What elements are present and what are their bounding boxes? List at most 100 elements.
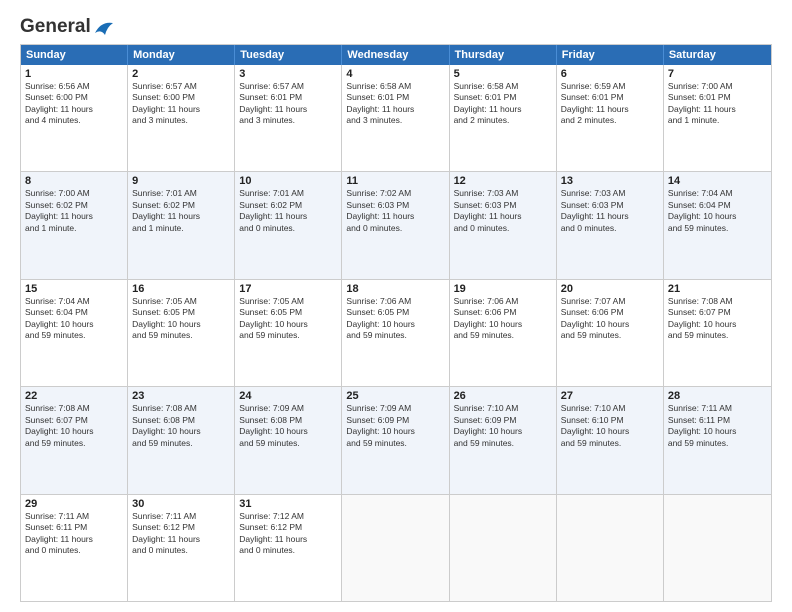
calendar-cell: 4Sunrise: 6:58 AMSunset: 6:01 PMDaylight… bbox=[342, 65, 449, 171]
cell-info: Sunrise: 7:10 AMSunset: 6:09 PMDaylight:… bbox=[454, 403, 552, 449]
calendar-row-5: 29Sunrise: 7:11 AMSunset: 6:11 PMDayligh… bbox=[21, 494, 771, 601]
calendar-cell bbox=[342, 495, 449, 601]
cell-info: Sunrise: 7:09 AMSunset: 6:09 PMDaylight:… bbox=[346, 403, 444, 449]
calendar-row-4: 22Sunrise: 7:08 AMSunset: 6:07 PMDayligh… bbox=[21, 386, 771, 493]
day-number: 28 bbox=[668, 390, 767, 402]
logo-line1: General bbox=[20, 16, 91, 38]
day-number: 4 bbox=[346, 68, 444, 80]
cell-info: Sunrise: 7:03 AMSunset: 6:03 PMDaylight:… bbox=[454, 188, 552, 234]
day-header-monday: Monday bbox=[128, 45, 235, 65]
calendar-cell: 7Sunrise: 7:00 AMSunset: 6:01 PMDaylight… bbox=[664, 65, 771, 171]
calendar-cell: 5Sunrise: 6:58 AMSunset: 6:01 PMDaylight… bbox=[450, 65, 557, 171]
calendar-cell: 9Sunrise: 7:01 AMSunset: 6:02 PMDaylight… bbox=[128, 172, 235, 278]
day-number: 15 bbox=[25, 283, 123, 295]
day-number: 21 bbox=[668, 283, 767, 295]
cell-info: Sunrise: 7:10 AMSunset: 6:10 PMDaylight:… bbox=[561, 403, 659, 449]
calendar-cell: 19Sunrise: 7:06 AMSunset: 6:06 PMDayligh… bbox=[450, 280, 557, 386]
day-number: 2 bbox=[132, 68, 230, 80]
cell-info: Sunrise: 7:08 AMSunset: 6:08 PMDaylight:… bbox=[132, 403, 230, 449]
day-header-saturday: Saturday bbox=[664, 45, 771, 65]
cell-info: Sunrise: 7:06 AMSunset: 6:05 PMDaylight:… bbox=[346, 296, 444, 342]
cell-info: Sunrise: 7:01 AMSunset: 6:02 PMDaylight:… bbox=[239, 188, 337, 234]
calendar-cell bbox=[557, 495, 664, 601]
header: General bbox=[20, 16, 772, 34]
day-number: 27 bbox=[561, 390, 659, 402]
day-number: 3 bbox=[239, 68, 337, 80]
day-number: 22 bbox=[25, 390, 123, 402]
calendar-cell: 29Sunrise: 7:11 AMSunset: 6:11 PMDayligh… bbox=[21, 495, 128, 601]
day-header-friday: Friday bbox=[557, 45, 664, 65]
calendar-cell bbox=[664, 495, 771, 601]
cell-info: Sunrise: 7:08 AMSunset: 6:07 PMDaylight:… bbox=[668, 296, 767, 342]
calendar-cell: 24Sunrise: 7:09 AMSunset: 6:08 PMDayligh… bbox=[235, 387, 342, 493]
calendar-cell: 8Sunrise: 7:00 AMSunset: 6:02 PMDaylight… bbox=[21, 172, 128, 278]
day-number: 7 bbox=[668, 68, 767, 80]
day-number: 26 bbox=[454, 390, 552, 402]
calendar-row-2: 8Sunrise: 7:00 AMSunset: 6:02 PMDaylight… bbox=[21, 171, 771, 278]
day-number: 12 bbox=[454, 175, 552, 187]
day-number: 31 bbox=[239, 498, 337, 510]
calendar-row-3: 15Sunrise: 7:04 AMSunset: 6:04 PMDayligh… bbox=[21, 279, 771, 386]
cell-info: Sunrise: 7:05 AMSunset: 6:05 PMDaylight:… bbox=[239, 296, 337, 342]
calendar-cell: 13Sunrise: 7:03 AMSunset: 6:03 PMDayligh… bbox=[557, 172, 664, 278]
calendar-cell: 1Sunrise: 6:56 AMSunset: 6:00 PMDaylight… bbox=[21, 65, 128, 171]
day-number: 14 bbox=[668, 175, 767, 187]
calendar-cell: 18Sunrise: 7:06 AMSunset: 6:05 PMDayligh… bbox=[342, 280, 449, 386]
day-number: 20 bbox=[561, 283, 659, 295]
day-number: 24 bbox=[239, 390, 337, 402]
calendar-cell: 2Sunrise: 6:57 AMSunset: 6:00 PMDaylight… bbox=[128, 65, 235, 171]
cell-info: Sunrise: 7:02 AMSunset: 6:03 PMDaylight:… bbox=[346, 188, 444, 234]
cell-info: Sunrise: 7:09 AMSunset: 6:08 PMDaylight:… bbox=[239, 403, 337, 449]
day-number: 5 bbox=[454, 68, 552, 80]
cell-info: Sunrise: 7:05 AMSunset: 6:05 PMDaylight:… bbox=[132, 296, 230, 342]
cell-info: Sunrise: 6:57 AMSunset: 6:01 PMDaylight:… bbox=[239, 81, 337, 127]
cell-info: Sunrise: 6:58 AMSunset: 6:01 PMDaylight:… bbox=[454, 81, 552, 127]
cell-info: Sunrise: 6:59 AMSunset: 6:01 PMDaylight:… bbox=[561, 81, 659, 127]
cell-info: Sunrise: 7:11 AMSunset: 6:11 PMDaylight:… bbox=[25, 511, 123, 557]
calendar-cell: 14Sunrise: 7:04 AMSunset: 6:04 PMDayligh… bbox=[664, 172, 771, 278]
day-number: 17 bbox=[239, 283, 337, 295]
day-number: 10 bbox=[239, 175, 337, 187]
cell-info: Sunrise: 6:56 AMSunset: 6:00 PMDaylight:… bbox=[25, 81, 123, 127]
day-number: 11 bbox=[346, 175, 444, 187]
calendar-cell: 11Sunrise: 7:02 AMSunset: 6:03 PMDayligh… bbox=[342, 172, 449, 278]
calendar-cell: 15Sunrise: 7:04 AMSunset: 6:04 PMDayligh… bbox=[21, 280, 128, 386]
calendar-header: SundayMondayTuesdayWednesdayThursdayFrid… bbox=[21, 45, 771, 65]
calendar-cell: 27Sunrise: 7:10 AMSunset: 6:10 PMDayligh… bbox=[557, 387, 664, 493]
day-header-thursday: Thursday bbox=[450, 45, 557, 65]
cell-info: Sunrise: 7:00 AMSunset: 6:02 PMDaylight:… bbox=[25, 188, 123, 234]
calendar-cell: 26Sunrise: 7:10 AMSunset: 6:09 PMDayligh… bbox=[450, 387, 557, 493]
calendar-cell: 16Sunrise: 7:05 AMSunset: 6:05 PMDayligh… bbox=[128, 280, 235, 386]
day-number: 23 bbox=[132, 390, 230, 402]
calendar-cell: 23Sunrise: 7:08 AMSunset: 6:08 PMDayligh… bbox=[128, 387, 235, 493]
calendar-cell: 20Sunrise: 7:07 AMSunset: 6:06 PMDayligh… bbox=[557, 280, 664, 386]
calendar-cell: 28Sunrise: 7:11 AMSunset: 6:11 PMDayligh… bbox=[664, 387, 771, 493]
cell-info: Sunrise: 7:11 AMSunset: 6:12 PMDaylight:… bbox=[132, 511, 230, 557]
cell-info: Sunrise: 7:06 AMSunset: 6:06 PMDaylight:… bbox=[454, 296, 552, 342]
cell-info: Sunrise: 7:04 AMSunset: 6:04 PMDaylight:… bbox=[25, 296, 123, 342]
calendar-cell: 30Sunrise: 7:11 AMSunset: 6:12 PMDayligh… bbox=[128, 495, 235, 601]
day-number: 18 bbox=[346, 283, 444, 295]
day-number: 9 bbox=[132, 175, 230, 187]
cell-info: Sunrise: 6:57 AMSunset: 6:00 PMDaylight:… bbox=[132, 81, 230, 127]
day-number: 8 bbox=[25, 175, 123, 187]
cell-info: Sunrise: 7:12 AMSunset: 6:12 PMDaylight:… bbox=[239, 511, 337, 557]
calendar: SundayMondayTuesdayWednesdayThursdayFrid… bbox=[20, 44, 772, 602]
day-header-tuesday: Tuesday bbox=[235, 45, 342, 65]
cell-info: Sunrise: 7:03 AMSunset: 6:03 PMDaylight:… bbox=[561, 188, 659, 234]
calendar-cell: 10Sunrise: 7:01 AMSunset: 6:02 PMDayligh… bbox=[235, 172, 342, 278]
calendar-cell: 22Sunrise: 7:08 AMSunset: 6:07 PMDayligh… bbox=[21, 387, 128, 493]
day-number: 1 bbox=[25, 68, 123, 80]
calendar-cell: 31Sunrise: 7:12 AMSunset: 6:12 PMDayligh… bbox=[235, 495, 342, 601]
day-number: 13 bbox=[561, 175, 659, 187]
cell-info: Sunrise: 7:08 AMSunset: 6:07 PMDaylight:… bbox=[25, 403, 123, 449]
logo-bird-icon bbox=[93, 19, 115, 37]
cell-info: Sunrise: 7:01 AMSunset: 6:02 PMDaylight:… bbox=[132, 188, 230, 234]
calendar-cell: 3Sunrise: 6:57 AMSunset: 6:01 PMDaylight… bbox=[235, 65, 342, 171]
calendar-body: 1Sunrise: 6:56 AMSunset: 6:00 PMDaylight… bbox=[21, 65, 771, 601]
cell-info: Sunrise: 6:58 AMSunset: 6:01 PMDaylight:… bbox=[346, 81, 444, 127]
day-number: 29 bbox=[25, 498, 123, 510]
calendar-cell: 6Sunrise: 6:59 AMSunset: 6:01 PMDaylight… bbox=[557, 65, 664, 171]
day-number: 25 bbox=[346, 390, 444, 402]
day-number: 6 bbox=[561, 68, 659, 80]
